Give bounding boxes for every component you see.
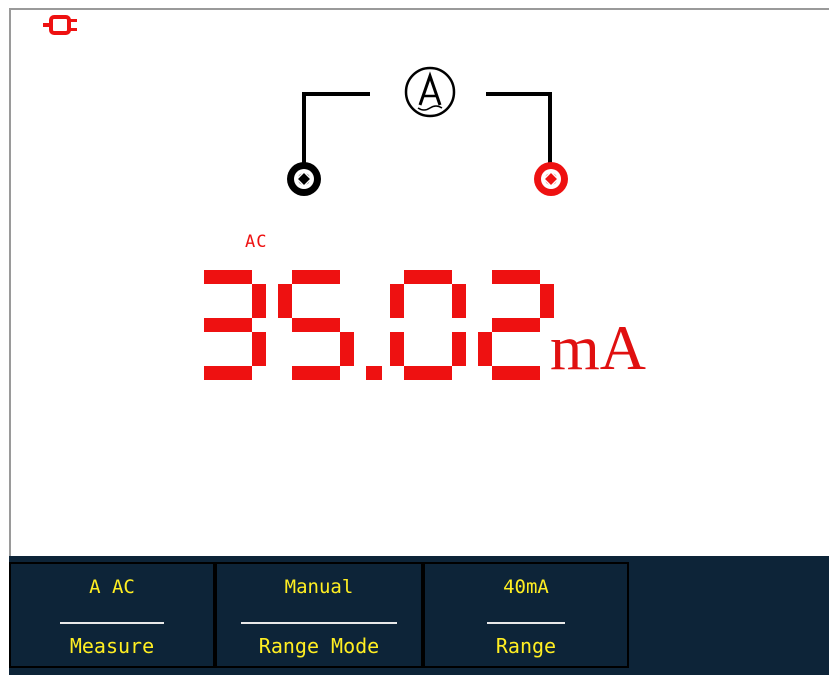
softkey-value: A AC [89, 576, 135, 598]
digit-segment [292, 318, 340, 332]
power-plug-icon [43, 15, 77, 35]
digit-segment [292, 366, 340, 380]
decimal-point [366, 366, 382, 380]
digit-segment [390, 332, 404, 366]
digit-segment [204, 366, 252, 380]
digit-segment [252, 284, 266, 318]
softkey-value: 40mA [503, 576, 549, 598]
ammeter-clamp-icon [404, 66, 456, 118]
digit-segment [478, 332, 492, 366]
current-terminal-icon [534, 162, 568, 196]
digit-segment [204, 270, 252, 284]
common-terminal-icon [287, 162, 321, 196]
probe-connection-diagram [287, 66, 568, 196]
digit-segment [292, 270, 340, 284]
softkey-range[interactable]: 40mA Range [423, 562, 629, 668]
softkey-value: Manual [284, 576, 354, 598]
digit-segment [204, 318, 252, 332]
digit-segment [492, 366, 540, 380]
softkey-measure[interactable]: A AC Measure [9, 562, 215, 668]
digit-segment [404, 366, 452, 380]
softkey-label: Range Mode [258, 634, 380, 658]
digit-segment [492, 270, 540, 284]
softkey-label: Measure [69, 634, 155, 658]
digit-segment [340, 332, 354, 366]
softkey-divider [241, 622, 397, 624]
digit-segment [278, 284, 292, 318]
digit-segment [492, 318, 540, 332]
digit-segment [452, 332, 466, 366]
softkey-bar: A AC Measure Manual Range Mode 40mA Rang… [9, 556, 829, 675]
softkey-label: Range [495, 634, 557, 658]
softkey-range-mode[interactable]: Manual Range Mode [215, 562, 423, 668]
digit-segment [452, 284, 466, 318]
reading-unit: mA [550, 312, 646, 383]
digit-segment [404, 270, 452, 284]
digit-segment [390, 284, 404, 318]
coupling-indicator: AC [245, 232, 268, 252]
softkey-divider [487, 622, 565, 624]
softkey-divider [60, 622, 164, 624]
digit-segment [252, 332, 266, 366]
